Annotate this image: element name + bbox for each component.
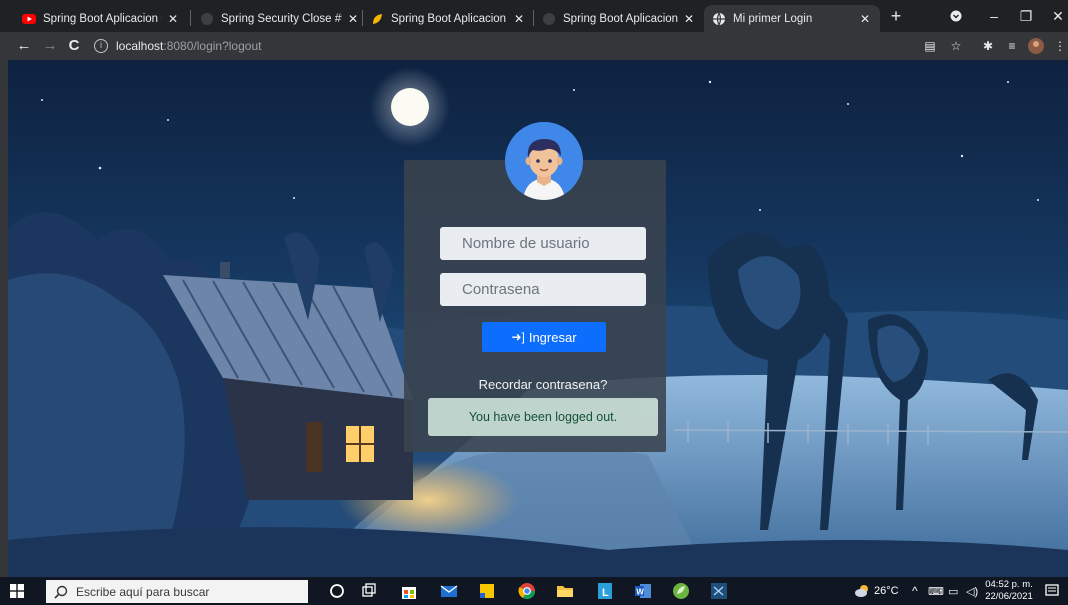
tab-strip: Spring Boot Aplicacion Comp ✕ Spring Sec… [0, 0, 1068, 32]
restore-button[interactable]: ❐ [1016, 6, 1036, 26]
tab-mi-primer-login[interactable]: Mi primer Login ✕ [704, 5, 880, 32]
tab-title: Spring Boot Aplicacion [563, 12, 678, 25]
minimize-button[interactable]: – [984, 6, 1004, 26]
close-icon[interactable]: ✕ [346, 12, 360, 26]
clock-time: 04:52 p. m. [985, 579, 1033, 590]
spring-tools-icon[interactable] [672, 582, 690, 600]
leaf-icon [373, 13, 382, 24]
volume-icon[interactable]: ◁) [966, 577, 978, 605]
sticky-notes-icon[interactable] [478, 582, 496, 600]
profile-avatar[interactable] [1028, 38, 1044, 54]
close-icon[interactable]: ✕ [858, 12, 872, 26]
tab-spring-boot-web[interactable]: Spring Boot Aplicacion Web I ✕ [362, 5, 534, 32]
sign-in-icon: ➜] [511, 330, 525, 344]
github-icon [201, 12, 213, 25]
clock-date: 22/06/2021 [985, 591, 1033, 602]
close-icon[interactable]: ✕ [512, 12, 526, 26]
extensions-icon[interactable]: ✱ [980, 38, 996, 54]
task-view-icon[interactable] [360, 582, 378, 600]
forward-button[interactable]: → [40, 36, 60, 56]
password-field[interactable] [440, 273, 661, 306]
tab-spring-security[interactable]: Spring Security Close #9 - cru ✕ [192, 5, 368, 32]
translate-icon[interactable]: ▤ [922, 38, 938, 54]
globe-icon [713, 12, 725, 25]
show-hidden-icons-icon[interactable]: ^ [912, 577, 918, 605]
address-bar[interactable]: i localhost:8080/login?logout [94, 35, 974, 57]
windows-start-icon[interactable] [10, 584, 24, 598]
windows-taskbar: Escribe aquí para buscar L W 26°C ^ ⌨ ▭ … [0, 577, 1068, 605]
tab-title: Spring Boot Aplicacion Web I [391, 12, 508, 25]
word-icon[interactable]: W [634, 582, 652, 600]
back-button[interactable]: ← [14, 36, 34, 56]
logout-alert: You have been logged out. [428, 398, 658, 436]
weather-temperature[interactable]: 26°C [874, 577, 899, 605]
new-tab-button[interactable]: + [886, 6, 906, 26]
password-input[interactable] [462, 281, 661, 298]
tab-separator [190, 10, 191, 26]
tab-spring-boot-app[interactable]: Spring Boot Aplicacion ✕ [534, 5, 704, 32]
github-icon [543, 12, 555, 25]
bookmark-star-icon[interactable]: ☆ [948, 38, 964, 54]
username-field[interactable] [440, 227, 661, 260]
youtube-icon [22, 13, 36, 24]
mail-icon[interactable] [440, 582, 458, 600]
url-host: localhost [116, 39, 164, 53]
tab-title: Spring Security Close #9 - cru [221, 12, 342, 25]
chrome-icon[interactable] [518, 582, 536, 600]
info-icon[interactable]: i [94, 39, 108, 53]
close-icon[interactable]: ✕ [682, 12, 696, 26]
page-left-edge [0, 60, 8, 577]
taskbar-search-box[interactable]: Escribe aquí para buscar [46, 580, 308, 603]
url-path: :8080/login?logout [163, 39, 262, 53]
svg-text:L: L [602, 587, 609, 599]
store-icon[interactable] [400, 582, 418, 600]
close-window-button[interactable]: ✕ [1048, 6, 1068, 26]
login-submit-button[interactable]: ➜] Ingresar [482, 322, 606, 352]
forgot-password-link[interactable]: Recordar contrasena? [412, 377, 674, 392]
cortana-icon[interactable] [328, 582, 346, 600]
menu-icon[interactable]: ⋮ [1052, 38, 1068, 54]
tab-search-icon[interactable] [946, 6, 966, 26]
weather-cloud-icon[interactable] [854, 583, 870, 599]
file-explorer-icon[interactable] [556, 582, 574, 600]
taskbar-search-placeholder: Escribe aquí para buscar [76, 584, 210, 599]
browser-toolbar: ← → C i localhost:8080/login?logout ▤ ☆ … [0, 32, 1068, 60]
avatar-illustration-icon [505, 122, 583, 200]
system-clock[interactable]: 04:52 p. m. 22/06/2021 [984, 579, 1034, 603]
svg-text:W: W [636, 588, 644, 597]
vscode-icon[interactable] [710, 582, 728, 600]
network-icon[interactable]: ▭ [948, 577, 958, 605]
libreoffice-icon[interactable]: L [596, 582, 614, 600]
close-icon[interactable]: ✕ [166, 12, 180, 26]
reading-list-icon[interactable]: ≡ [1004, 38, 1020, 54]
tab-title: Spring Boot Aplicacion Comp [43, 12, 162, 25]
notifications-icon[interactable] [1044, 583, 1060, 599]
user-avatar [505, 122, 583, 200]
tab-title: Mi primer Login [733, 12, 813, 25]
tab-spring-boot-comp[interactable]: Spring Boot Aplicacion Comp ✕ [14, 5, 188, 32]
search-icon [54, 585, 68, 599]
reload-button[interactable]: C [64, 36, 84, 56]
login-submit-label: Ingresar [528, 329, 577, 345]
username-input[interactable] [462, 235, 661, 252]
keyboard-icon[interactable]: ⌨ [928, 577, 944, 605]
